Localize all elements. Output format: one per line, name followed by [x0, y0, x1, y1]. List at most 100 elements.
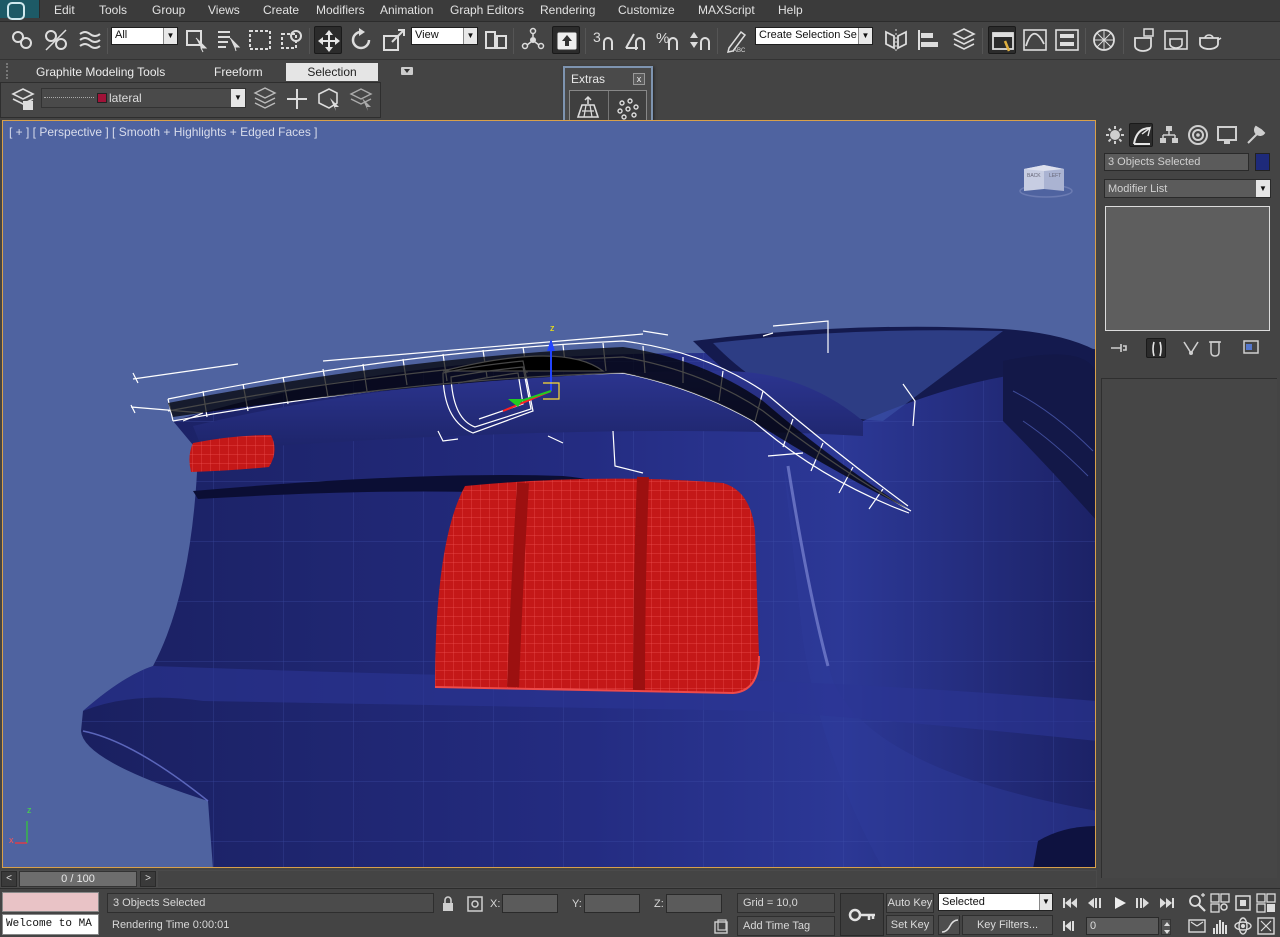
show-end-result-icon[interactable] [1146, 338, 1166, 358]
y-coord-input[interactable] [584, 894, 640, 913]
rendered-frame-window-icon[interactable] [1162, 26, 1190, 54]
absolute-mode-transform-icon[interactable] [466, 895, 484, 913]
modify-tab-icon[interactable] [1129, 123, 1153, 147]
render-setup-icon[interactable] [1129, 26, 1157, 54]
go-to-end-icon[interactable] [1158, 895, 1176, 911]
keyboard-shortcut-override-icon[interactable] [552, 26, 580, 54]
curve-editor-icon[interactable] [1021, 26, 1049, 54]
unlink-selection-icon[interactable] [42, 26, 70, 54]
window-crossing-icon[interactable] [278, 26, 306, 54]
mirror-icon[interactable] [882, 26, 910, 54]
spinner-snap-toggle-icon[interactable] [686, 26, 714, 54]
key-mode-toggle-icon[interactable] [1061, 918, 1079, 934]
bind-to-space-warp-icon[interactable] [76, 26, 104, 54]
maximize-viewport-icon[interactable] [1256, 916, 1276, 936]
angle-snap-toggle-icon[interactable] [622, 26, 650, 54]
viewcube-back-face[interactable]: BACK [1027, 173, 1041, 179]
selection-filter-dropdown[interactable]: All ▼ [111, 27, 178, 45]
menu-edit[interactable]: Edit [54, 3, 75, 17]
current-frame-spinner[interactable]: 0 [1086, 917, 1159, 935]
select-object-icon[interactable] [182, 26, 210, 54]
menu-graph-editors[interactable]: Graph Editors [450, 3, 524, 17]
align-icon[interactable] [914, 26, 942, 54]
material-dropdown[interactable]: lateral ▼ [41, 88, 246, 108]
select-and-move-icon[interactable] [314, 26, 342, 54]
named-selection-sets-dropdown[interactable]: Create Selection Se ▼ [755, 27, 873, 45]
default-in-out-tangents-icon[interactable] [938, 915, 960, 935]
select-and-scale-icon[interactable] [380, 26, 408, 54]
z-coord-input[interactable] [666, 894, 722, 913]
key-mode-dropdown[interactable]: Selected ▼ [938, 893, 1053, 911]
extras-close-button[interactable]: x [633, 73, 645, 85]
zoom-icon[interactable] [1187, 893, 1207, 913]
remove-modifier-icon[interactable] [1205, 338, 1225, 358]
ribbon-minimize-button[interactable] [401, 67, 413, 75]
time-tag-icon[interactable] [713, 919, 729, 935]
array-icon[interactable] [574, 95, 602, 123]
maxscript-listener-output[interactable] [2, 892, 99, 912]
menu-tools[interactable]: Tools [99, 3, 127, 17]
modifier-list-dropdown[interactable]: Modifier List ▼ [1104, 179, 1271, 198]
set-keys-button[interactable] [840, 893, 884, 936]
go-to-start-icon[interactable] [1061, 895, 1079, 911]
time-slider-next-button[interactable]: > [140, 871, 156, 887]
reference-coordinate-dropdown[interactable]: View ▼ [411, 27, 478, 45]
menu-group[interactable]: Group [152, 3, 185, 17]
use-pivot-center-icon[interactable] [482, 26, 510, 54]
menu-animation[interactable]: Animation [380, 3, 433, 17]
select-and-link-icon[interactable] [8, 26, 36, 54]
utilities-tab-icon[interactable] [1244, 123, 1268, 147]
add-icon[interactable] [283, 85, 311, 113]
pan-view-icon[interactable] [1210, 916, 1230, 936]
tab-freeform[interactable]: Freeform [206, 63, 271, 81]
taillight-mesh[interactable] [434, 476, 760, 695]
key-filters-button[interactable]: Key Filters... [962, 915, 1053, 935]
menu-rendering[interactable]: Rendering [540, 3, 595, 17]
select-and-rotate-icon[interactable] [347, 26, 375, 54]
auto-key-button[interactable]: Auto Key [886, 893, 934, 913]
pin-stack-icon[interactable] [1109, 338, 1129, 358]
maxscript-listener-input[interactable]: Welcome to MA [2, 914, 99, 935]
layer-stack-icon[interactable] [251, 85, 279, 113]
zoom-extents-icon[interactable] [1233, 893, 1253, 913]
material-editor-icon[interactable] [1090, 26, 1118, 54]
rectangular-selection-region-icon[interactable] [246, 26, 274, 54]
zoom-all-icon[interactable] [1210, 893, 1230, 913]
menu-help[interactable]: Help [778, 3, 803, 17]
select-and-manipulate-icon[interactable] [519, 26, 547, 54]
application-button[interactable] [0, 0, 40, 20]
next-frame-icon[interactable] [1133, 895, 1151, 911]
graphite-modeling-tools-toggle-icon[interactable] [988, 26, 1016, 54]
layer-selection-icon[interactable] [9, 85, 37, 113]
snapshot-icon[interactable] [614, 95, 642, 123]
viewcube-left-face[interactable]: LEFT [1049, 173, 1061, 179]
menu-maxscript[interactable]: MAXScript [698, 3, 755, 17]
schematic-view-icon[interactable] [1053, 26, 1081, 54]
viewcube[interactable]: BACK LEFT [1018, 159, 1074, 199]
tab-graphite-modeling-tools[interactable]: Graphite Modeling Tools [28, 63, 173, 81]
display-tab-icon[interactable] [1215, 123, 1239, 147]
spinner-arrows[interactable] [1161, 919, 1171, 935]
menu-views[interactable]: Views [208, 3, 240, 17]
play-icon[interactable] [1111, 895, 1129, 911]
select-objects-in-layer-icon[interactable] [315, 85, 343, 113]
select-by-name-icon[interactable] [214, 26, 242, 54]
menu-create[interactable]: Create [263, 3, 299, 17]
layer-manager-icon[interactable] [950, 26, 978, 54]
menu-customize[interactable]: Customize [618, 3, 675, 17]
zoom-extents-all-icon[interactable] [1256, 893, 1276, 913]
selection-lock-icon[interactable] [439, 895, 457, 913]
object-color-swatch[interactable] [1255, 153, 1270, 171]
x-coord-input[interactable] [502, 894, 558, 913]
motion-tab-icon[interactable] [1186, 123, 1210, 147]
edit-named-selection-icon[interactable]: ABC [723, 26, 751, 54]
field-of-view-icon[interactable] [1187, 916, 1207, 936]
add-time-tag-button[interactable]: Add Time Tag [737, 916, 835, 936]
object-name-field[interactable]: 3 Objects Selected [1104, 153, 1249, 171]
snaps-toggle-icon[interactable]: 3 [590, 26, 618, 54]
orbit-icon[interactable] [1233, 916, 1253, 936]
render-production-icon[interactable] [1195, 26, 1223, 54]
perspective-viewport[interactable]: [ + ] [ Perspective ] [ Smooth + Highlig… [2, 120, 1096, 868]
set-current-layer-icon[interactable] [347, 85, 375, 113]
hierarchy-tab-icon[interactable] [1157, 123, 1181, 147]
